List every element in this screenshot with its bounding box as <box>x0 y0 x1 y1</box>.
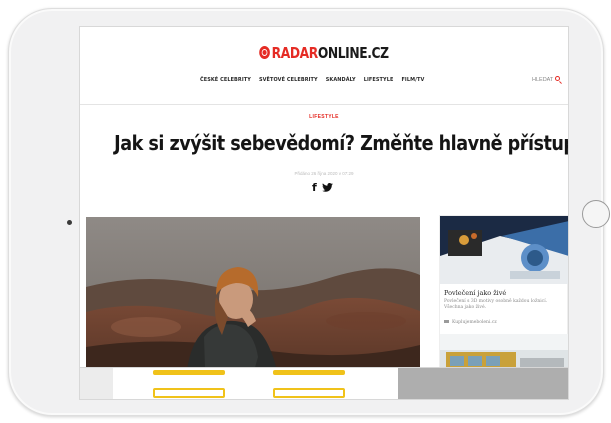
search-icon <box>555 76 561 81</box>
browser-screen: RADARONLINE.CZ ČESKÉ CELEBRITY SVĚTOVÉ C… <box>79 26 569 400</box>
article-date: Přidáno 26 října 2020 v 07:29 <box>294 171 354 176</box>
bottom-banner <box>80 367 568 399</box>
nav-item-lifestyle[interactable]: LIFESTYLE <box>364 77 394 83</box>
radar-logo-icon <box>259 46 271 59</box>
nav-item-svetove-celebrity[interactable]: SVĚTOVÉ CELEBRITY <box>259 77 318 83</box>
bottom-banner-item[interactable] <box>273 388 345 398</box>
bottom-banner-content <box>113 368 398 399</box>
site-logo[interactable]: RADARONLINE.CZ <box>124 44 524 62</box>
search-label: HLEDAT <box>532 77 554 83</box>
article-category[interactable]: LIFESTYLE <box>80 114 568 120</box>
ad-text: Povlečení s 3D motivy osobně každou ložn… <box>444 299 548 310</box>
nav-item-ceske-celebrity[interactable]: ČESKÉ CELEBRITY <box>200 77 251 83</box>
search-button[interactable]: HLEDAT <box>532 76 561 83</box>
logo-text-dark: ONLINE.CZ <box>317 44 389 62</box>
facebook-icon[interactable]: f <box>312 182 317 193</box>
bottom-banner-side <box>398 368 568 399</box>
bottom-banner-item[interactable] <box>273 370 345 375</box>
nav-item-film-tv[interactable]: FILM/TV <box>401 77 424 83</box>
ad-source-label: Kuplujemeboleni.cz <box>452 320 497 325</box>
home-button[interactable] <box>582 200 610 228</box>
site-header: RADARONLINE.CZ ČESKÉ CELEBRITY SVĚTOVÉ C… <box>80 27 568 105</box>
bottom-banner-item[interactable] <box>153 388 225 398</box>
main-nav: ČESKÉ CELEBRITY SVĚTOVÉ CELEBRITY SKANDÁ… <box>200 77 460 83</box>
logo-text-red: RADAR <box>271 44 319 62</box>
share-bar: f <box>312 182 333 193</box>
ad-image <box>440 216 568 284</box>
twitter-icon[interactable] <box>321 183 333 192</box>
article-headline: Jak si zvýšit sebevědomí? Změňte hlavně … <box>114 131 568 155</box>
ad-source: Kuplujemeboleni.cz <box>444 320 497 325</box>
nav-item-skandaly[interactable]: SKANDÁLY <box>326 77 356 83</box>
ad-source-icon <box>444 320 449 323</box>
camera-icon <box>67 220 72 225</box>
ad-title[interactable]: Povlečení jako živé <box>444 289 506 297</box>
bottom-banner-item[interactable] <box>153 370 225 375</box>
